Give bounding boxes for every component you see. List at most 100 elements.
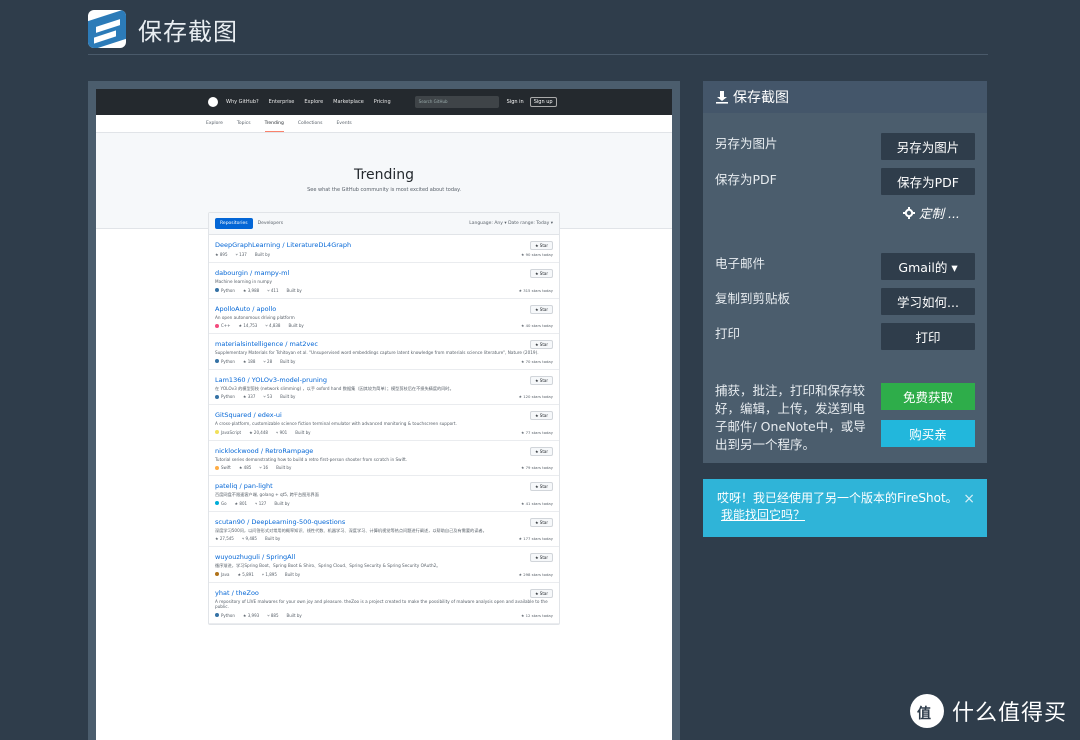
preview-repo-desc: A repository of LIVE malwares for your o… xyxy=(215,598,548,610)
gmail-dropdown-button[interactable]: Gmail的 ▾ xyxy=(881,253,975,280)
preview-repo-language: Python xyxy=(221,287,235,293)
preview-star-button: ★ Star xyxy=(529,340,553,349)
preview-repo-language: Python xyxy=(221,612,235,618)
panel-header: 保存截图 xyxy=(703,81,987,113)
gear-icon xyxy=(903,206,915,219)
preview-repo-list: Repositories Developers Language: Any ▾ … xyxy=(208,212,560,625)
preview-subnav-item: Explore xyxy=(206,121,223,126)
preview-repo-name: materialsintelligence / mat2vec xyxy=(215,340,318,348)
preview-repo-stars: ★ 3,988 xyxy=(242,287,260,293)
preview-repo-desc: An open autonomous driving platform xyxy=(215,314,295,320)
preview-nav-item: Pricing xyxy=(373,99,391,105)
preview-star-button: ★ Star xyxy=(529,241,553,250)
header-divider xyxy=(88,54,988,55)
close-icon[interactable]: × xyxy=(963,491,975,508)
preview-repo-meta: C++ ★ 14,753 ⑂ 4,838 Built by xyxy=(215,323,553,328)
page-title: 保存截图 xyxy=(138,17,238,46)
language-dot-icon xyxy=(215,430,219,434)
customize-link[interactable]: 定制 ... xyxy=(903,203,960,222)
preview-repo-meta: Python ★ 3,993 ⑂ 885 Built by xyxy=(215,613,553,618)
preview-repo-built-by: Built by xyxy=(254,252,271,257)
preview-repo-built-by: Built by xyxy=(264,536,281,541)
app-header: 保存截图 xyxy=(88,10,238,48)
preview-repo-stars: ★ 3,993 xyxy=(242,612,260,618)
preview-repo-meta: ★ 895 ⑂ 137 Built by xyxy=(215,252,553,257)
preview-repo-built-by: Built by xyxy=(286,287,302,293)
preview-stars-today: ★ 298 stars today xyxy=(518,571,553,577)
preview-repo-forks: ⑂ 127 xyxy=(255,500,267,506)
preview-repo-meta: Java ★ 5,891 ⑂ 1,895 Built by xyxy=(215,572,553,577)
email-label: 电子邮件 xyxy=(715,256,766,271)
preview-repo-row: scutan90 / DeepLearning-500-questions 深度学… xyxy=(209,512,559,547)
preview-repo-row: materialsintelligence / mat2vec Supplemen… xyxy=(209,334,559,370)
preview-repo-desc: Supplementary Materials for Tshitoyan et… xyxy=(215,350,539,355)
restore-link[interactable]: 我能找回它吗？ xyxy=(721,508,805,522)
preview-repo-forks: ⑂ 885 xyxy=(267,612,279,618)
preview-hero-title: Trending xyxy=(354,167,414,183)
customize-label: 定制 ... xyxy=(919,206,960,221)
clipboard-label: 复制到剪贴板 xyxy=(715,291,791,306)
preview-search: Search GitHub xyxy=(414,96,499,108)
save-image-button[interactable]: 另存为图片 xyxy=(881,133,975,160)
preview-repo-meta: Python ★ 188 ⑂ 28 Built by xyxy=(215,359,553,364)
save-pdf-button[interactable]: 保存为PDF xyxy=(881,168,975,195)
preview-repo-meta: Swift ★ 485 ⑂ 16 Built by xyxy=(215,465,553,470)
preview-repo-stars: ★ 485 xyxy=(238,465,252,470)
watermark-logo-text: 值 xyxy=(917,706,931,722)
watermark: 值 什么值得买 xyxy=(910,694,1067,728)
print-label: 打印 xyxy=(715,326,741,341)
preview-star-button: ★ Star xyxy=(529,588,553,598)
watermark-logo-icon: 值 xyxy=(910,694,944,728)
preview-repo-built-by: Built by xyxy=(276,465,292,470)
preview-star-button: ★ Star xyxy=(529,304,553,314)
save-pdf-label: 保存为PDF xyxy=(715,172,777,187)
preview-stars-today: ★ 70 stars today xyxy=(521,358,553,364)
preview-repo-language: Swift xyxy=(221,465,231,470)
preview-repo-stars: ★ 5,891 xyxy=(237,571,254,577)
preview-star-button: ★ Star xyxy=(529,411,553,420)
preview-tab-repositories: Repositories xyxy=(215,218,253,229)
preview-repo-desc: 在 YOLOv3 的模型剪枝 (network slimming) ，以手 ox… xyxy=(215,385,454,391)
preview-repo-built-by: Built by xyxy=(280,358,296,364)
preview-repo-row: yhat / theZoo A repository of LIVE malwar… xyxy=(209,583,559,624)
preview-star-button: ★ Star xyxy=(529,482,553,491)
fireshot-logo-icon xyxy=(88,10,126,48)
panel-title: 保存截图 xyxy=(733,90,789,106)
preview-repo-name: wuyouzhuguli / SpringAll xyxy=(215,553,296,561)
preview-repo-forks: ⑂ 4,838 xyxy=(265,323,281,328)
preview-signup: Sign up xyxy=(529,97,557,107)
preview-repo-meta: Python ★ 3,988 ⑂ 411 Built by xyxy=(215,288,553,293)
preview-repo-desc: Tutorial series demonstrating how to bui… xyxy=(215,456,408,462)
preview-repo-stars: ★ 20,448 xyxy=(249,429,268,435)
language-dot-icon xyxy=(215,359,219,363)
preview-repo-row: wuyouzhuguli / SpringAll 循序渐进，学习Spring Bo… xyxy=(209,547,559,583)
preview-repo-name: dabourgin / mampy-ml xyxy=(215,269,290,277)
preview-repo-desc: 循序渐进，学习Spring Boot、Spring Boot & Shiro、S… xyxy=(215,563,441,568)
preview-topbar: Why GitHub? Enterprise Explore Marketpla… xyxy=(96,89,672,115)
language-dot-icon xyxy=(215,501,219,505)
preview-stars-today: ★ 40 stars today xyxy=(521,323,553,328)
preview-repo-forks: ⑂ 9,485 xyxy=(241,536,257,541)
preview-repo-meta: ★ 27,545 ⑂ 9,485 Built by xyxy=(215,536,553,541)
preview-star-button: ★ Star xyxy=(529,446,553,456)
buy-button[interactable]: 购买亲 xyxy=(881,420,975,447)
preview-nav-item: Why GitHub? xyxy=(226,99,259,105)
preview-repo-row: nicklockwood / RetroRampage Tutorial seri… xyxy=(209,441,559,476)
preview-repo-built-by: Built by xyxy=(280,394,296,399)
print-button[interactable]: 打印 xyxy=(881,323,975,350)
preview-repo-built-by: Built by xyxy=(295,429,311,435)
preview-repo-language: JavaScript xyxy=(221,429,242,435)
language-dot-icon xyxy=(215,465,219,470)
learn-how-button[interactable]: 学习如何... xyxy=(881,288,975,315)
preview-repo-row: DeepGraphLearning / LiteratureDL4Graph ★ … xyxy=(209,235,559,263)
save-image-label: 另存为图片 xyxy=(715,136,778,151)
preview-hero-subtitle: See what the GitHub community is most ex… xyxy=(307,187,461,193)
download-icon xyxy=(716,91,728,104)
get-free-button[interactable]: 免费获取 xyxy=(881,383,975,410)
preview-repo-meta: Python ★ 337 ⑂ 53 Built by xyxy=(215,394,553,399)
preview-repo-name: GitSquared / edex-ui xyxy=(215,411,282,419)
preview-repo-stars: ★ 188 xyxy=(242,358,256,364)
screenshot-preview[interactable]: Why GitHub? Enterprise Explore Marketpla… xyxy=(96,89,672,740)
preview-repo-desc: Machine learning in numpy xyxy=(215,279,272,284)
preview-subnav-item: Trending xyxy=(264,116,284,132)
